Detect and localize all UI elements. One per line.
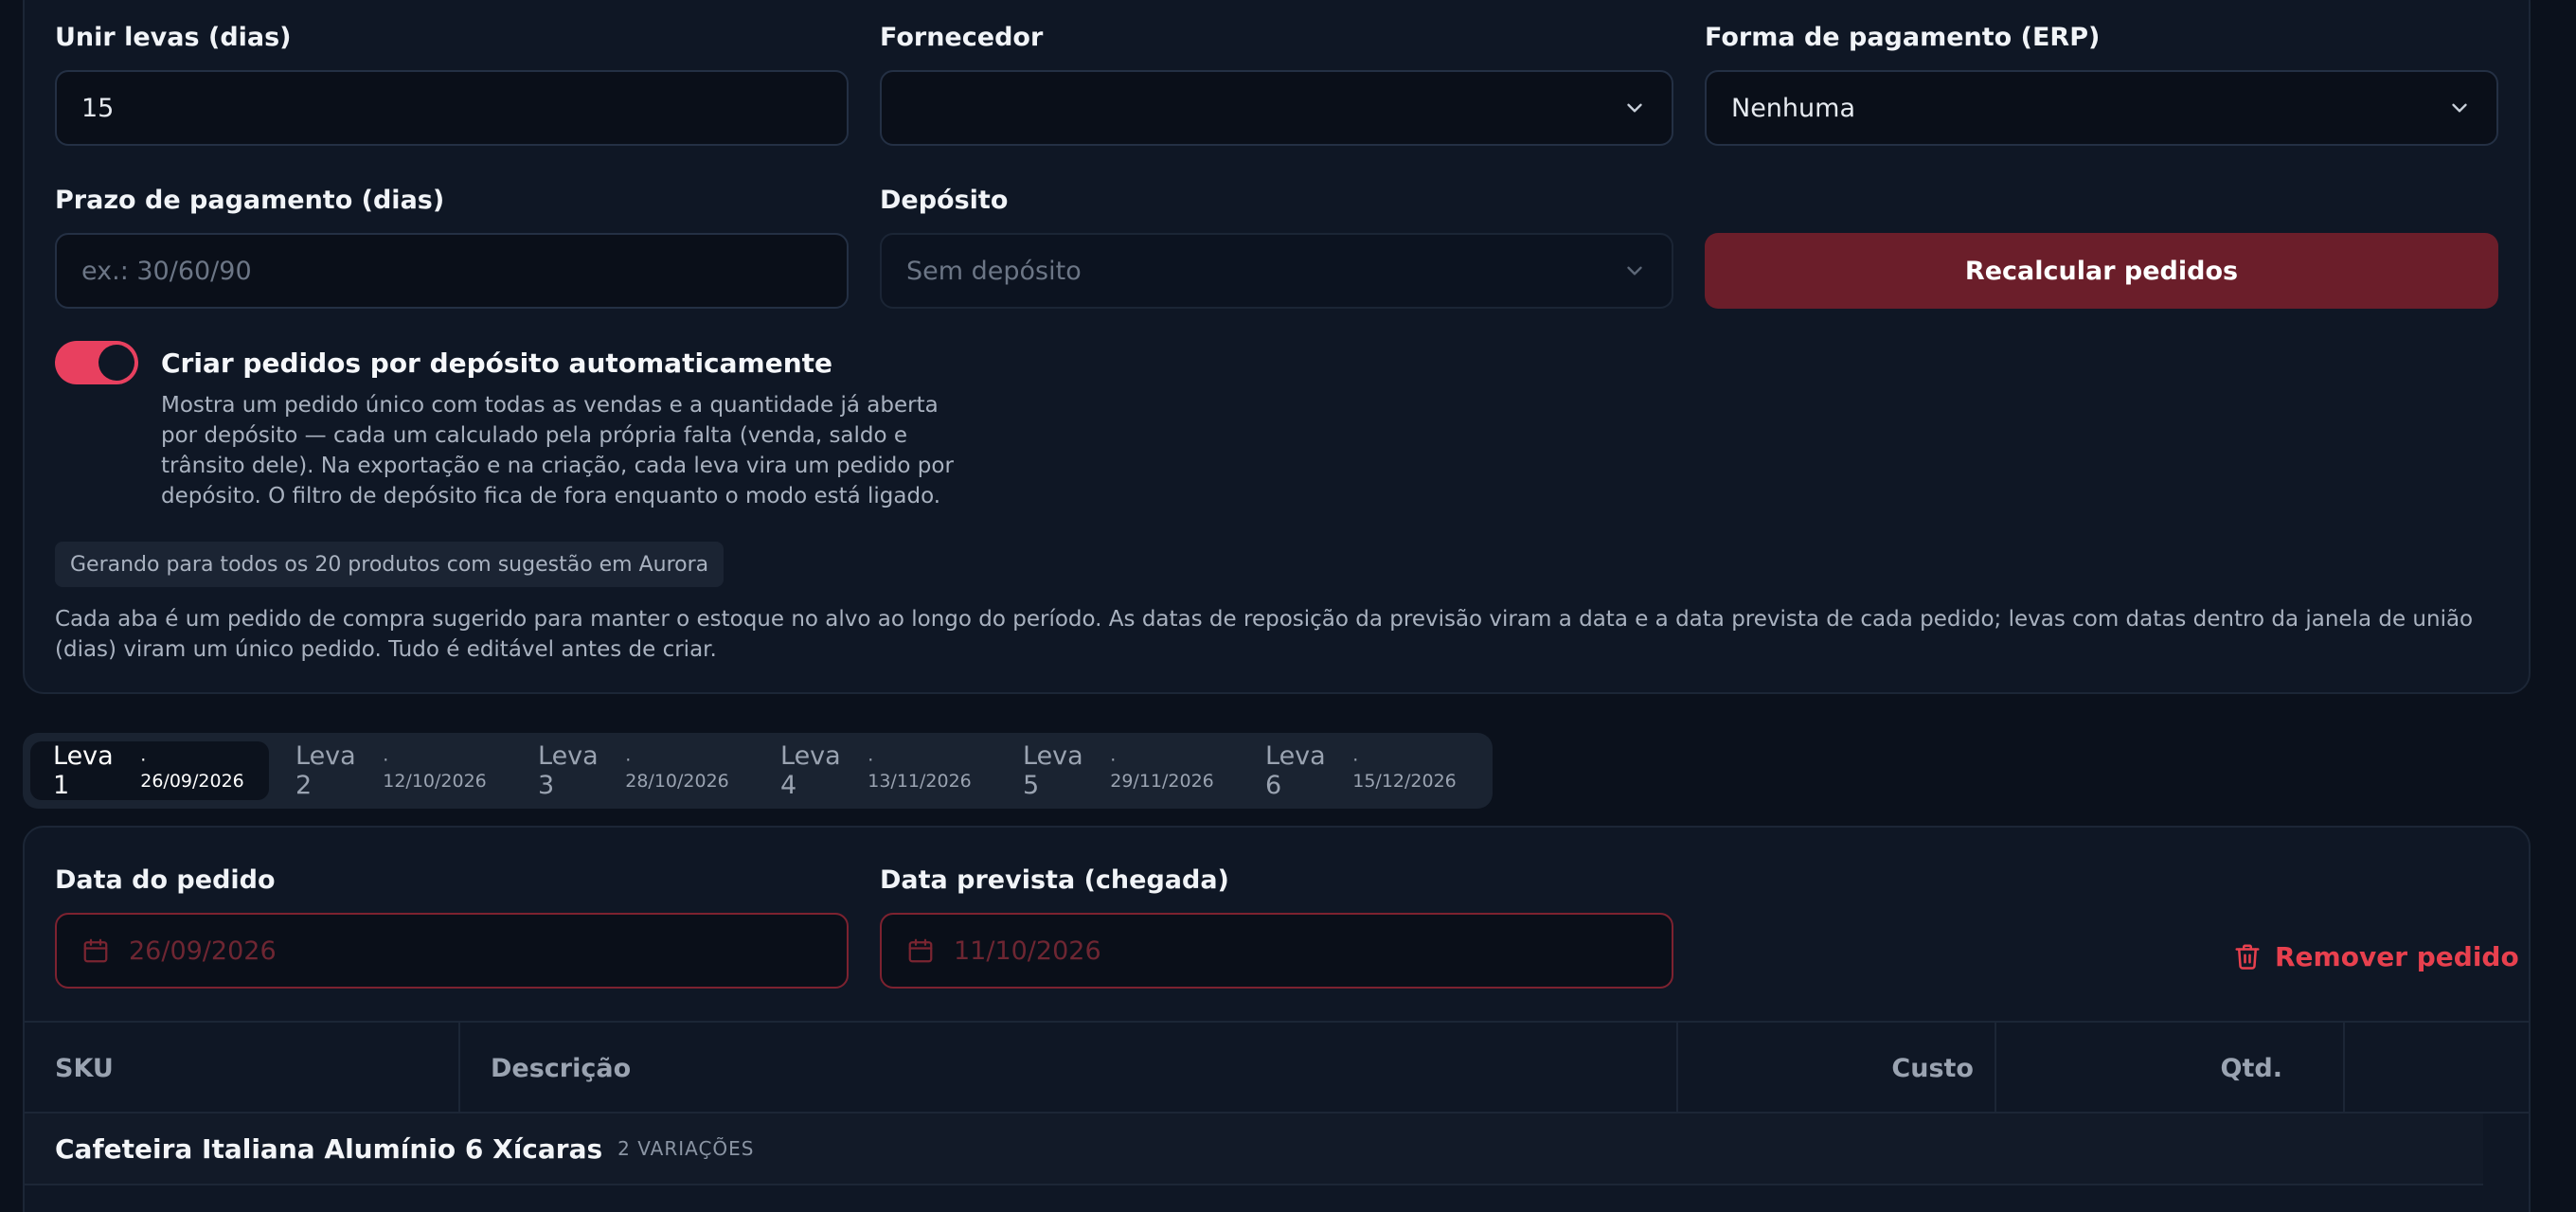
info-text: Cada aba é um pedido de compra sugerido … bbox=[55, 607, 2474, 662]
payment-term-input[interactable]: ex.: 30/60/90 bbox=[55, 233, 849, 309]
variation-count: 2 VARIAÇÕES bbox=[617, 1137, 755, 1160]
recalculate-orders-button[interactable]: Recalcular pedidos bbox=[1705, 233, 2498, 309]
tab-date: · 29/11/2026 bbox=[1110, 750, 1214, 792]
tab-date: · 13/11/2026 bbox=[868, 750, 972, 792]
column-divider bbox=[458, 1023, 460, 1114]
supplier-select[interactable] bbox=[880, 70, 1673, 146]
deposit-label: Depósito bbox=[880, 186, 1009, 215]
product-group-row[interactable]: Cafeteira Italiana Alumínio 6 Xícaras 2 … bbox=[25, 1114, 2483, 1185]
tab-date: · 28/10/2026 bbox=[625, 750, 729, 792]
tab-leva-4[interactable]: Leva 4 · 13/11/2026 bbox=[758, 741, 996, 800]
leva-tabs: Leva 1 · 26/09/2026 Leva 2 · 12/10/2026 … bbox=[23, 733, 1493, 809]
column-header-qty[interactable]: Qtd. bbox=[1996, 1023, 2282, 1114]
tab-leva-5[interactable]: Leva 5 · 29/11/2026 bbox=[1000, 741, 1239, 800]
chevron-down-icon bbox=[1627, 266, 1642, 276]
remove-order-label: Remover pedido bbox=[2275, 940, 2519, 972]
payment-term-placeholder: ex.: 30/60/90 bbox=[81, 256, 252, 286]
tab-date: · 12/10/2026 bbox=[383, 750, 487, 792]
chevron-down-icon bbox=[1627, 103, 1642, 113]
chevron-down-icon bbox=[2452, 103, 2467, 113]
column-header-sku[interactable]: SKU bbox=[55, 1023, 114, 1114]
payment-method-select[interactable]: Nenhuma bbox=[1705, 70, 2498, 146]
tab-leva-3[interactable]: Leva 3 · 28/10/2026 bbox=[515, 741, 754, 800]
arrival-date-value: 11/10/2026 bbox=[954, 936, 1101, 966]
tab-label: Leva 4 bbox=[780, 741, 841, 800]
calendar-icon bbox=[908, 938, 933, 963]
order-date-input[interactable]: 26/09/2026 bbox=[55, 913, 849, 989]
generation-scope-chip: Gerando para todos os 20 produtos com su… bbox=[55, 542, 724, 587]
tab-leva-2[interactable]: Leva 2 · 12/10/2026 bbox=[273, 741, 511, 800]
column-header-cost[interactable]: Custo bbox=[1678, 1023, 1974, 1114]
merge-days-value: 15 bbox=[81, 93, 115, 123]
tab-label: Leva 1 bbox=[53, 741, 114, 800]
merge-days-label: Unir levas (dias) bbox=[55, 23, 292, 52]
arrival-date-label: Data prevista (chegada) bbox=[880, 865, 1229, 895]
merge-days-input[interactable]: 15 bbox=[55, 70, 849, 146]
auto-deposit-toggle-description: Mostra um pedido único com todas as vend… bbox=[161, 393, 954, 508]
product-group-name: Cafeteira Italiana Alumínio 6 Xícaras bbox=[55, 1132, 603, 1165]
auto-deposit-toggle[interactable] bbox=[55, 341, 138, 384]
auto-deposit-toggle-title: Criar pedidos por depósito automaticamen… bbox=[161, 348, 833, 379]
toggle-knob bbox=[98, 345, 134, 381]
column-header-description[interactable]: Descrição bbox=[491, 1023, 631, 1114]
tab-label: Leva 6 bbox=[1265, 741, 1326, 800]
order-date-value: 26/09/2026 bbox=[129, 936, 277, 966]
supplier-label: Fornecedor bbox=[880, 23, 1044, 52]
deposit-select[interactable]: Sem depósito bbox=[880, 233, 1673, 309]
tab-leva-1[interactable]: Leva 1 · 26/09/2026 bbox=[30, 741, 269, 800]
arrival-date-input[interactable]: 11/10/2026 bbox=[880, 913, 1673, 989]
tab-label: Leva 5 bbox=[1023, 741, 1083, 800]
tab-label: Leva 2 bbox=[295, 741, 356, 800]
payment-method-label: Forma de pagamento (ERP) bbox=[1705, 23, 2101, 52]
trash-icon bbox=[2235, 944, 2260, 970]
column-divider bbox=[2343, 1023, 2345, 1114]
table-header: SKU Descrição Custo Qtd. bbox=[25, 1021, 2529, 1114]
payment-method-value: Nenhuma bbox=[1731, 93, 1855, 123]
deposit-value: Sem depósito bbox=[906, 256, 1082, 286]
tab-date: · 26/09/2026 bbox=[140, 750, 244, 792]
calendar-icon bbox=[83, 938, 108, 963]
payment-term-label: Prazo de pagamento (dias) bbox=[55, 186, 445, 215]
remove-order-button[interactable]: Remover pedido bbox=[2233, 933, 2519, 980]
tab-leva-6[interactable]: Leva 6 · 15/12/2026 bbox=[1243, 741, 1481, 800]
tab-date: · 15/12/2026 bbox=[1352, 750, 1457, 792]
tab-label: Leva 3 bbox=[538, 741, 599, 800]
order-date-label: Data do pedido bbox=[55, 865, 276, 895]
